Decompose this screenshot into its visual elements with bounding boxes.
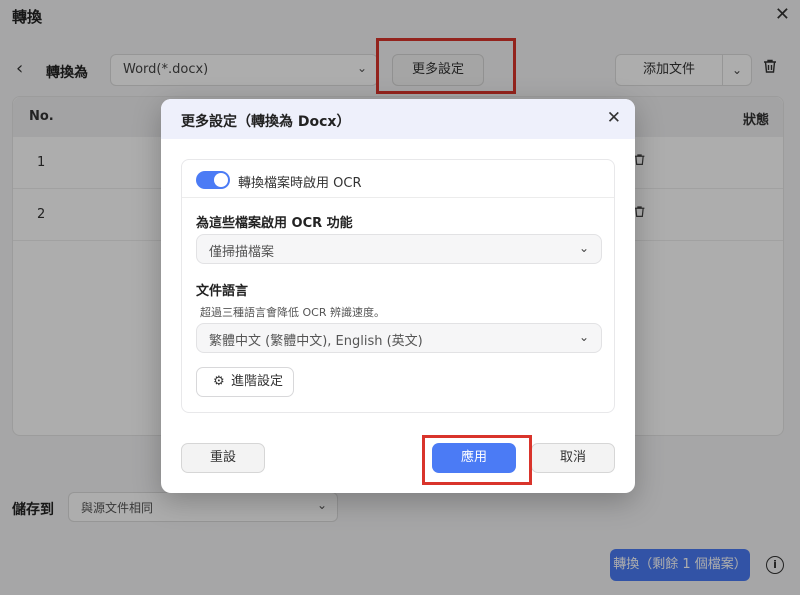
advanced-settings-button[interactable]: ⚙ 進階設定 <box>196 367 294 397</box>
enable-for-value: 僅掃描檔案 <box>209 245 275 260</box>
close-icon[interactable]: ✕ <box>607 108 621 128</box>
dialog-title: 更多設定（轉換為 Docx） <box>181 114 351 130</box>
toggle-knob <box>214 173 228 187</box>
language-value: 繁體中文 (繁體中文), English (英文) <box>209 334 423 349</box>
enable-for-select[interactable]: 僅掃描檔案 ⌄ <box>196 234 602 264</box>
chevron-down-icon: ⌄ <box>578 330 589 344</box>
advanced-settings-label: 進階設定 <box>231 374 284 389</box>
language-select[interactable]: 繁體中文 (繁體中文), English (英文) ⌄ <box>196 323 602 353</box>
ocr-toggle-label: 轉換檔案時啟用 OCR <box>238 176 362 191</box>
gear-icon: ⚙ <box>213 374 225 389</box>
enable-for-label: 為這些檔案啟用 OCR 功能 <box>196 216 353 231</box>
highlight-apply <box>422 435 532 485</box>
more-settings-dialog: 更多設定（轉換為 Docx） ✕ 轉換檔案時啟用 OCR 為這些檔案啟用 OCR… <box>161 99 635 493</box>
ocr-toggle-row: 轉換檔案時啟用 OCR <box>182 160 614 198</box>
language-label: 文件語言 <box>196 284 249 299</box>
chevron-down-icon: ⌄ <box>578 241 589 255</box>
reset-button[interactable]: 重設 <box>181 443 265 473</box>
cancel-button[interactable]: 取消 <box>531 443 615 473</box>
dialog-header: 更多設定（轉換為 Docx） ✕ <box>161 99 635 139</box>
language-hint: 超過三種語言會降低 OCR 辨識速度。 <box>200 306 385 319</box>
ocr-toggle[interactable] <box>196 171 230 189</box>
ocr-settings-card: 轉換檔案時啟用 OCR 為這些檔案啟用 OCR 功能 僅掃描檔案 ⌄ 文件語言 … <box>181 159 615 413</box>
